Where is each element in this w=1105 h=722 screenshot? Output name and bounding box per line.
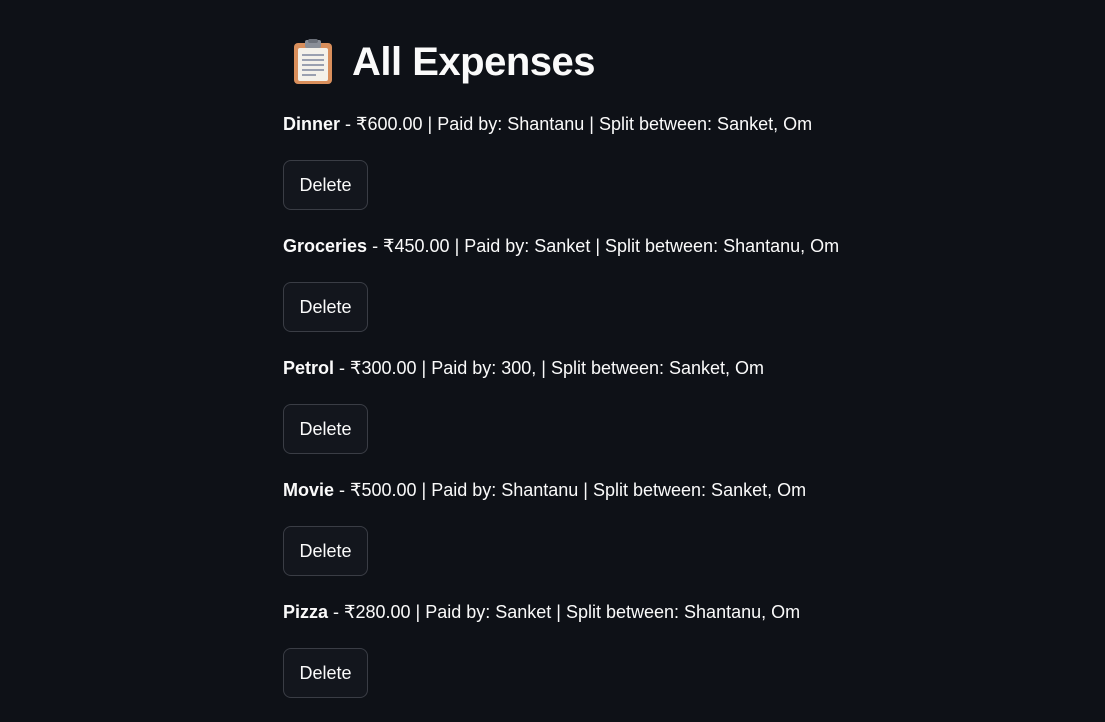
delete-button[interactable]: Delete xyxy=(283,404,368,454)
expense-detail: - ₹280.00 | Paid by: Sanket | Split betw… xyxy=(328,602,801,622)
expense-name: Pizza xyxy=(283,602,329,622)
clipboard-icon xyxy=(294,39,332,84)
page-title: All Expenses xyxy=(352,40,596,84)
expense-summary: Pizza - ₹280.00 | Paid by: Sanket | Spli… xyxy=(283,600,800,624)
expense-summary: Movie - ₹500.00 | Paid by: Shantanu | Sp… xyxy=(283,478,806,502)
delete-button[interactable]: Delete xyxy=(283,648,368,698)
expense-summary: Petrol - ₹300.00 | Paid by: 300, | Split… xyxy=(283,356,764,380)
main-content: All Expenses Dinner - ₹600.00 | Paid by:… xyxy=(283,0,1043,698)
expense-summary: Dinner - ₹600.00 | Paid by: Shantanu | S… xyxy=(283,112,812,136)
delete-button[interactable]: Delete xyxy=(283,526,368,576)
expense-detail: - ₹500.00 | Paid by: Shantanu | Split be… xyxy=(334,480,807,500)
page-header: All Expenses xyxy=(293,32,1043,92)
expense-name: Petrol xyxy=(283,358,335,378)
expense-detail: - ₹300.00 | Paid by: 300, | Split betwee… xyxy=(334,358,765,378)
expense-detail: - ₹600.00 | Paid by: Shantanu | Split be… xyxy=(340,114,813,134)
delete-button[interactable]: Delete xyxy=(283,160,368,210)
expense-summary: Groceries - ₹450.00 | Paid by: Sanket | … xyxy=(283,234,839,258)
expense-name: Movie xyxy=(283,480,335,500)
delete-button[interactable]: Delete xyxy=(283,282,368,332)
expense-name: Dinner xyxy=(283,114,341,134)
expense-detail: - ₹450.00 | Paid by: Sanket | Split betw… xyxy=(367,236,840,256)
expense-name: Groceries xyxy=(283,236,368,256)
